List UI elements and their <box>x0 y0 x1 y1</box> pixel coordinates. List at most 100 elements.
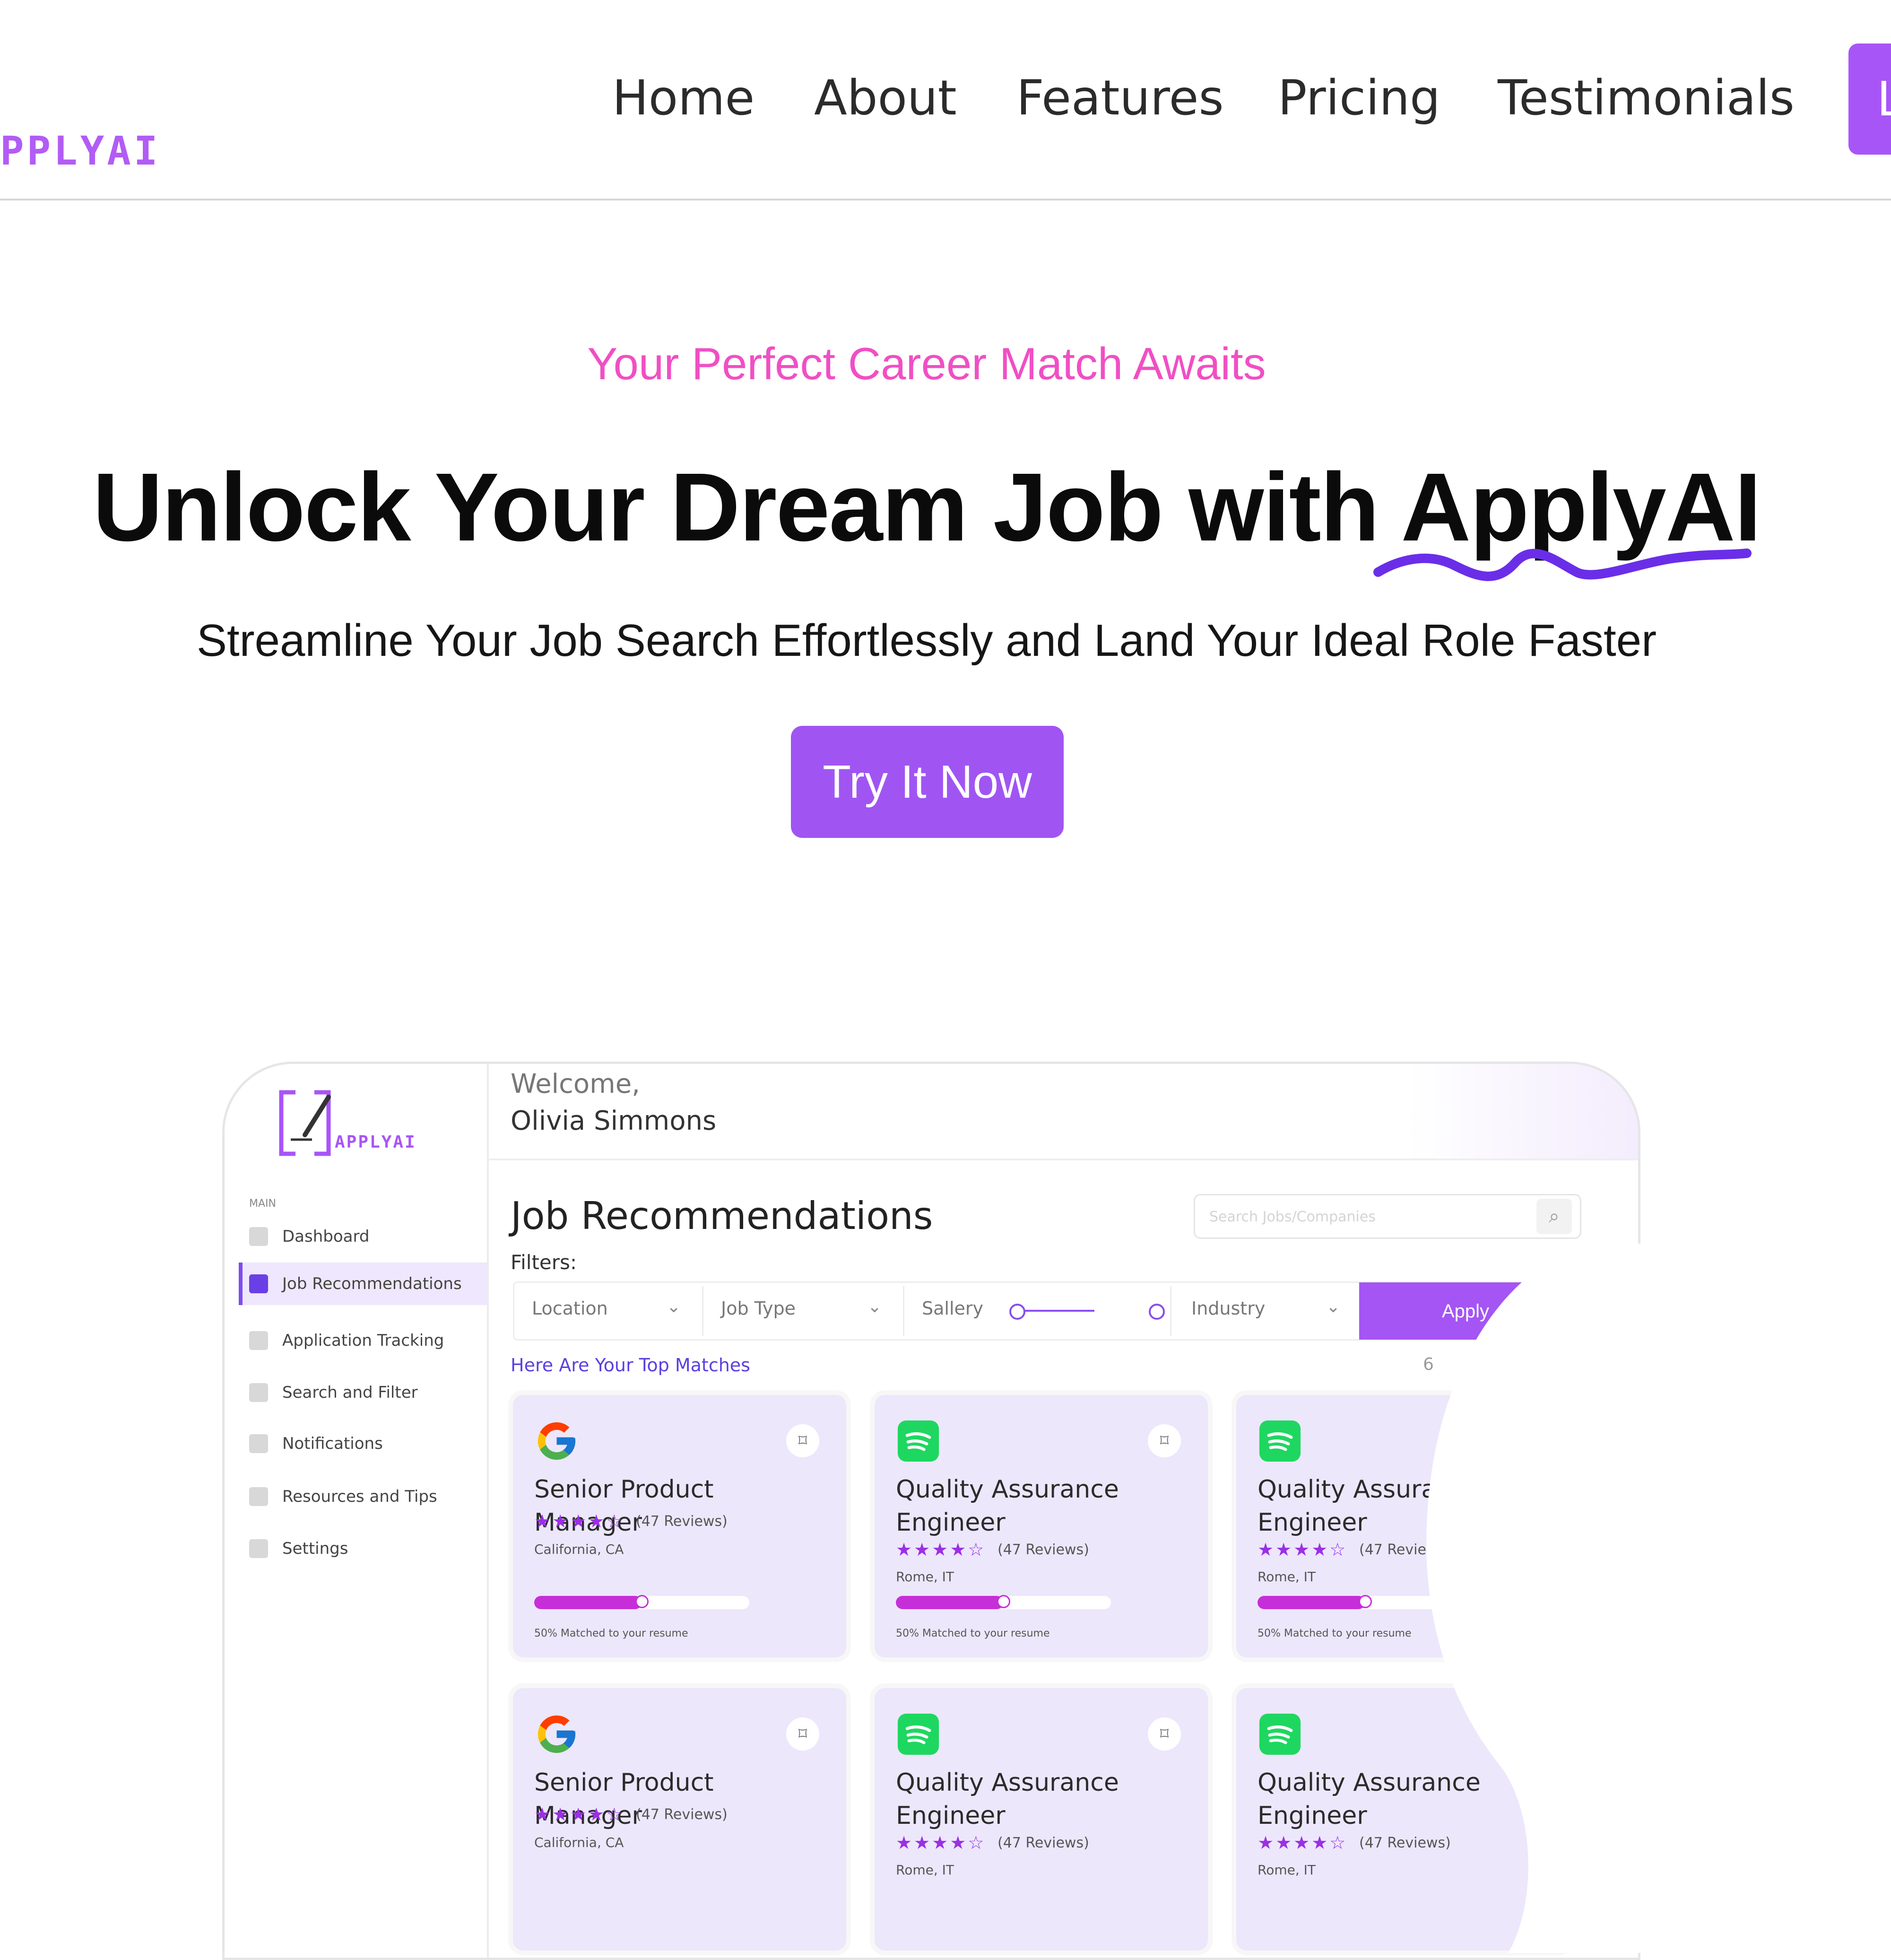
sidebar-item-resources[interactable]: Resources and Tips <box>249 1482 437 1511</box>
salary-slider-min-handle[interactable] <box>1009 1304 1025 1320</box>
hero-tagline: Your Perfect Career Match Awaits <box>587 339 1266 389</box>
review-count: (47 Reviews) <box>998 1542 1089 1558</box>
sidebar-item-label: Application Tracking <box>282 1331 444 1350</box>
match-text: 50% Matched to your resume <box>534 1628 688 1639</box>
sidebar-item-label: Search and Filter <box>282 1383 418 1402</box>
gear-icon <box>249 1539 268 1558</box>
rating-stars: ★★★★☆ <box>1258 1832 1348 1853</box>
decorative-blob <box>1426 1244 1891 1953</box>
salary-slider-track[interactable] <box>1014 1310 1094 1312</box>
sidebar-item-label: Job Recommendations <box>282 1274 462 1293</box>
sidebar-item-application-tracking[interactable]: Application Tracking <box>249 1326 444 1355</box>
salary-slider-max-handle[interactable] <box>1149 1304 1165 1320</box>
applyai-logo-icon <box>279 1090 331 1156</box>
try-it-now-button[interactable]: Try It Now <box>791 726 1064 838</box>
job-location: Rome, IT <box>1258 1569 1316 1585</box>
sidebar-item-label: Dashboard <box>282 1227 370 1246</box>
rating-stars: ★★★★☆ <box>896 1539 986 1560</box>
sidebar-item-label: Notifications <box>282 1434 383 1453</box>
google-icon <box>538 1422 576 1460</box>
nav-home[interactable]: Home <box>612 70 755 126</box>
nav-features[interactable]: Features <box>1016 70 1224 126</box>
chevron-down-icon: ⌄ <box>1326 1297 1341 1316</box>
grid-icon <box>249 1227 268 1246</box>
sidebar-item-job-recommendations[interactable]: Job Recommendations <box>239 1263 487 1305</box>
bell-icon <box>249 1434 268 1453</box>
match-progress-fill <box>896 1596 1004 1609</box>
dashboard-logo-text: APPLYAI <box>335 1132 416 1152</box>
job-location: California, CA <box>534 1835 624 1850</box>
page-title: Job Recommendations <box>511 1194 933 1238</box>
match-progress-fill <box>534 1596 642 1609</box>
search-icon[interactable]: ⌕ <box>1536 1199 1572 1234</box>
bookmark-icon[interactable]: ⌑ <box>786 1717 819 1751</box>
briefcase-icon <box>249 1274 268 1293</box>
nav-testimonials[interactable]: Testimonials <box>1498 70 1795 126</box>
rating-stars: ★★★★☆ <box>1258 1539 1348 1560</box>
match-progress-knob <box>635 1595 649 1608</box>
document-icon <box>249 1331 268 1350</box>
nav-about[interactable]: About <box>814 70 957 126</box>
chevron-down-icon: ⌄ <box>667 1297 681 1316</box>
headline-underline-squiggle <box>1373 549 1752 581</box>
sidebar-item-dashboard[interactable]: Dashboard <box>249 1222 369 1251</box>
sidebar-item-settings[interactable]: Settings <box>249 1534 348 1563</box>
header-divider <box>487 1159 1638 1160</box>
rating-stars: ★★★★☆ <box>534 1804 625 1825</box>
lightbulb-icon <box>249 1487 268 1506</box>
google-icon <box>538 1715 576 1753</box>
spotify-icon <box>897 1420 939 1462</box>
bookmark-icon[interactable]: ⌑ <box>1148 1717 1181 1751</box>
sidebar-item-label: Settings <box>282 1539 348 1558</box>
match-progress-knob <box>997 1595 1010 1608</box>
sidebar-item-notifications[interactable]: Notifications <box>249 1429 383 1458</box>
sliders-icon <box>249 1383 268 1402</box>
filter-divider <box>702 1286 703 1336</box>
bookmark-icon[interactable]: ⌑ <box>1148 1424 1181 1457</box>
location-select[interactable]: Location <box>532 1298 608 1319</box>
salary-label: Sallery <box>922 1298 984 1319</box>
job-title: Quality Assurance Engineer <box>896 1768 1119 1830</box>
review-count: (47 Reviews) <box>636 1513 728 1530</box>
match-progress-fill <box>1258 1596 1365 1609</box>
job-card[interactable]: ⌑ Quality Assurance Engineer ★★★★☆ (47 R… <box>875 1688 1208 1951</box>
filter-divider <box>1170 1286 1171 1336</box>
industry-select[interactable]: Industry <box>1191 1298 1265 1319</box>
chevron-down-icon: ⌄ <box>867 1297 882 1316</box>
job-location: California, CA <box>534 1542 624 1557</box>
job-location: Rome, IT <box>896 1569 954 1585</box>
hero-subheadline: Streamline Your Job Search Effortlessly … <box>196 615 1657 666</box>
sidebar-section-label: MAIN <box>249 1198 276 1210</box>
sidebar-item-search-and-filter[interactable]: Search and Filter <box>249 1378 418 1407</box>
match-progress-bar <box>534 1595 749 1609</box>
welcome-text: Welcome, <box>511 1069 640 1099</box>
nav-divider <box>0 199 1891 200</box>
spotify-icon <box>1259 1420 1301 1462</box>
nav-pricing[interactable]: Pricing <box>1278 70 1440 126</box>
header-glow <box>1406 1064 1638 1159</box>
top-matches-heading: Here Are Your Top Matches <box>511 1355 750 1376</box>
rating-stars: ★★★★☆ <box>534 1511 625 1532</box>
nav-cta-button[interactable]: L <box>1848 44 1891 155</box>
job-type-select[interactable]: Job Type <box>721 1298 796 1319</box>
job-title: Quality Assurance Engineer <box>896 1475 1119 1537</box>
dashboard-sidebar: APPLYAI MAIN Dashboard Job Recommendatio… <box>225 1064 489 1958</box>
spotify-icon <box>1259 1713 1301 1755</box>
job-card[interactable]: ⌑ Senior Product Manager ★★★★☆ (47 Revie… <box>513 1688 846 1951</box>
match-progress-bar <box>896 1595 1111 1609</box>
brand-logo[interactable]: PPLYAI <box>0 128 160 174</box>
filters-label: Filters: <box>511 1251 577 1274</box>
job-card[interactable]: ⌑ Senior Product Manager ★★★★☆ (47 Revie… <box>513 1395 846 1657</box>
sidebar-item-label: Resources and Tips <box>282 1487 437 1506</box>
rating-stars: ★★★★☆ <box>896 1832 986 1853</box>
review-count: (47 Reviews) <box>998 1835 1089 1851</box>
user-name: Olivia Simmons <box>511 1106 717 1136</box>
job-card[interactable]: ⌑ Quality Assurance Engineer ★★★★☆ (47 R… <box>875 1395 1208 1657</box>
search-input[interactable]: Search Jobs/Companies <box>1194 1194 1581 1239</box>
review-count: (47 Reviews) <box>636 1806 728 1823</box>
bookmark-icon[interactable]: ⌑ <box>786 1424 819 1457</box>
filter-divider <box>903 1286 904 1336</box>
match-text: 50% Matched to your resume <box>896 1628 1050 1639</box>
job-location: Rome, IT <box>896 1862 954 1878</box>
spotify-icon <box>897 1713 939 1755</box>
